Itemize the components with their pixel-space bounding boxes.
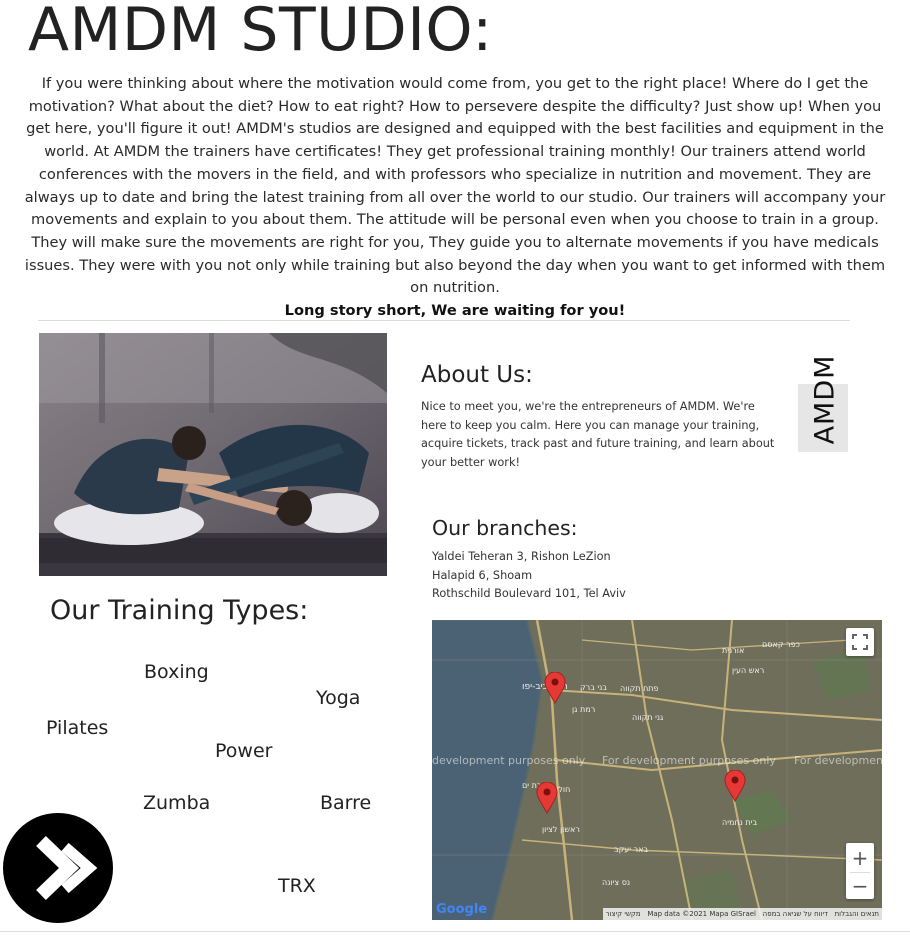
map-report-link[interactable]: דיווח על שגיאה במפה [763,910,828,918]
svg-text:ראש העין: ראש העין [732,666,764,675]
svg-text:כפר קאסם: כפר קאסם [762,640,800,649]
map-dev-watermark: For development [794,754,882,767]
map-dev-watermark: development purposes only [432,754,586,767]
svg-text:בית נחמיה: בית נחמיה [722,818,757,827]
footer-divider [0,931,910,932]
map-dev-watermark: For development purposes only [602,754,776,767]
svg-text:רמת גן: רמת גן [572,705,595,714]
map-terms-link[interactable]: תנאים והגבלות [835,910,879,918]
svg-text:בני ברק: בני ברק [580,683,607,692]
training-types-title: Our Training Types: [50,595,309,626]
yoga-photo [39,333,387,576]
amdm-badge-text: AMDM [809,354,841,444]
map-pin-icon[interactable] [536,782,558,814]
amdm-badge: AMDM [798,345,852,453]
about-title: About Us: [421,362,533,388]
next-fab-button[interactable] [3,813,113,923]
training-type-trx: TRX [278,875,316,897]
intro-paragraph: If you were thinking about where the mot… [20,73,890,323]
map-data-credit: Map data ©2021 Mapa GISrael [647,910,756,918]
branch-item: Halapid 6, Shoam [432,568,533,582]
intro-text: If you were thinking about where the mot… [24,75,886,297]
svg-text:ראשון לציון: ראשון לציון [542,825,580,834]
training-type-pilates: Pilates [46,717,109,739]
double-chevron-right-icon [36,835,98,901]
svg-text:נס ציונה: נס ציונה [602,878,630,887]
training-type-zumba: Zumba [143,792,211,814]
svg-text:באר יעקב: באר יעקב [614,845,649,854]
map-zoom-control: + − [846,843,874,899]
training-type-power: Power [215,740,273,762]
about-text: Nice to meet you, we're the entrepreneur… [421,400,775,469]
map-zoom-in-button[interactable]: + [852,844,869,872]
svg-text:גני תקווה: גני תקווה [632,713,664,722]
google-logo: Google [436,902,487,917]
training-type-barre: Barre [320,792,372,814]
training-type-boxing: Boxing [144,661,209,683]
map-pin-icon[interactable] [724,770,746,802]
svg-text:פתח תקווה: פתח תקווה [620,684,659,693]
branches-map[interactable]: תל אביב-יפו בני ברק פתח תקווה רמת גן ראש… [432,620,882,920]
page-title: AMDM STUDIO: [28,0,493,65]
fullscreen-icon [852,634,868,650]
branch-item: Yaldei Teheran 3, Rishon LeZion [432,550,611,563]
map-zoom-out-button[interactable]: − [852,873,869,899]
training-type-yoga: Yoga [316,687,361,709]
map-shortcuts-link[interactable]: מקשי קיצור [606,910,641,918]
map-pin-icon[interactable] [544,672,566,704]
map-attribution: מקשי קיצור Map data ©2021 Mapa GISrael ת… [602,908,882,920]
map-fullscreen-button[interactable] [846,628,874,656]
google-logo-text: Google [436,902,488,917]
section-divider [38,320,850,321]
branch-list: Yaldei Teheran 3, Rishon LeZion Halapid … [432,548,626,604]
branches-title: Our branches: [432,516,578,540]
svg-text:אורנית: אורנית [722,646,744,655]
branch-item: Rothschild Boulevard 101, Tel Aviv [432,587,626,600]
